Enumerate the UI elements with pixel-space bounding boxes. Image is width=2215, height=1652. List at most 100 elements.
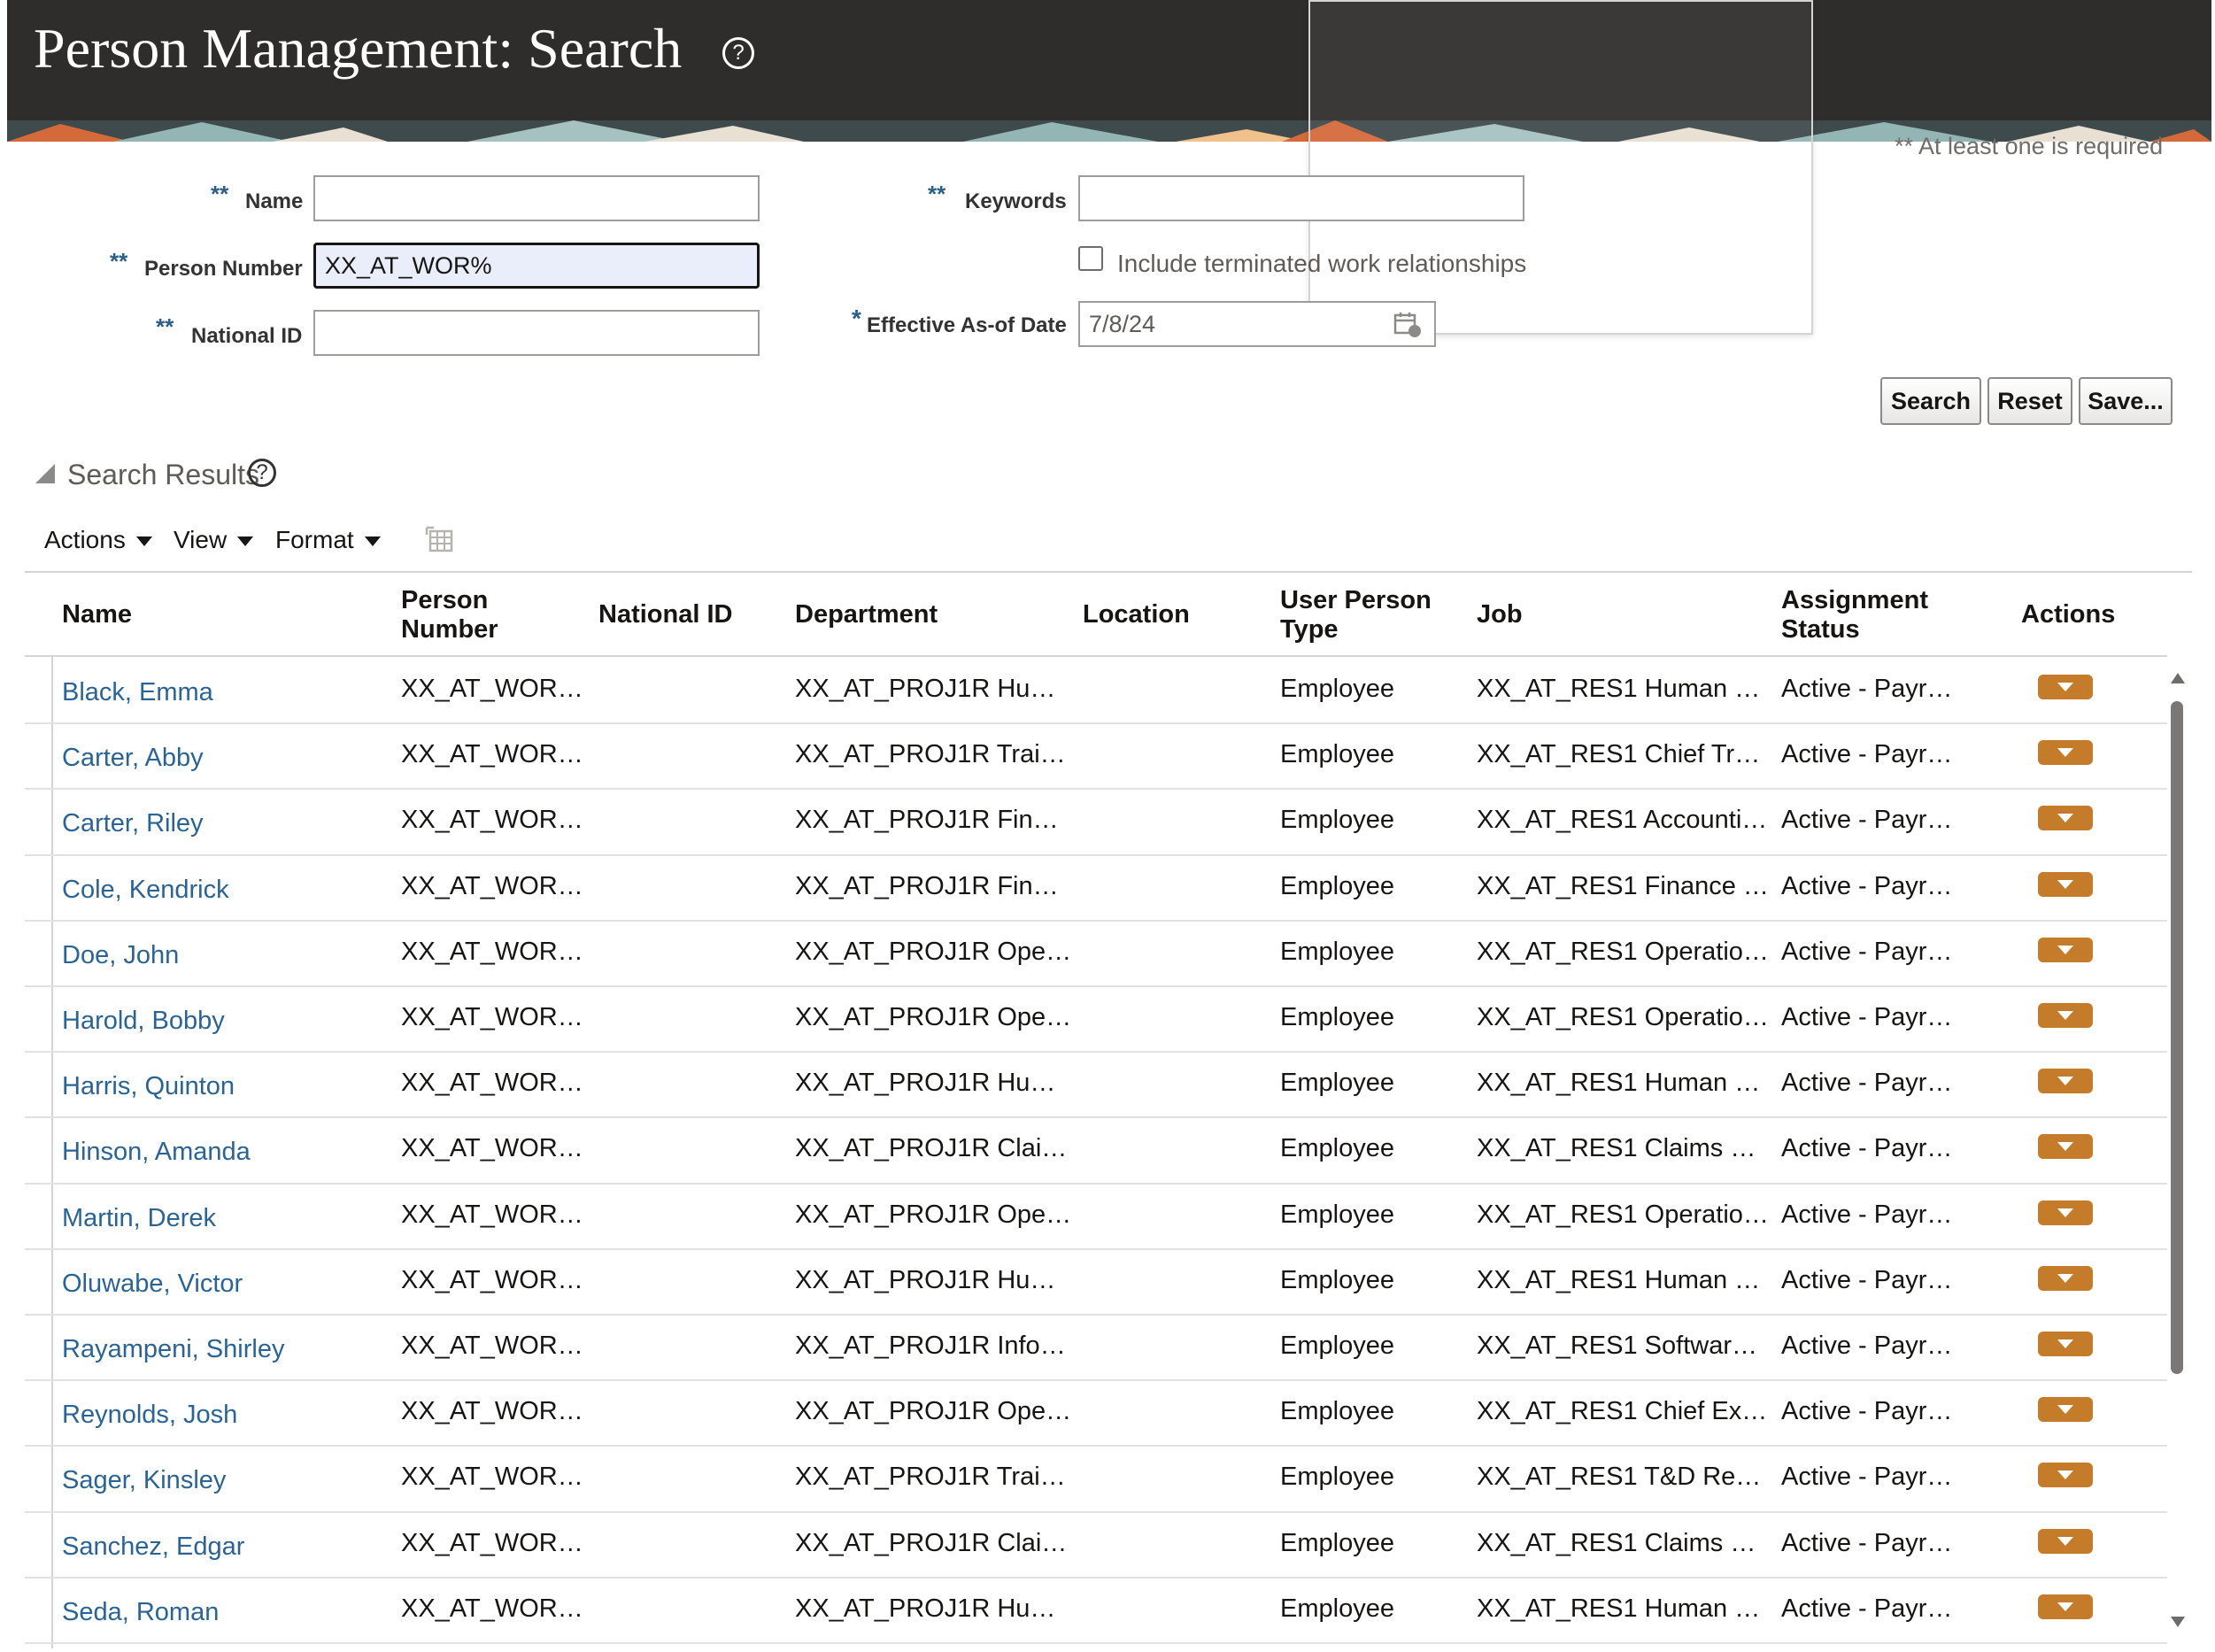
national-id-field[interactable] — [313, 310, 760, 356]
cell-department: XX_AT_PROJ1R Clai… — [795, 1529, 1068, 1557]
calendar-icon[interactable] — [1393, 312, 1424, 338]
row-actions-button[interactable] — [2038, 1003, 2093, 1028]
cell-user-person-type: Employee — [1280, 1200, 1394, 1229]
row-actions-button[interactable] — [2038, 675, 2093, 699]
cell-job: XX_AT_RES1 Claims … — [1477, 1134, 1756, 1162]
cell-department: XX_AT_PROJ1R Info… — [795, 1332, 1066, 1360]
cell-name[interactable]: Seda, Roman — [62, 1598, 219, 1627]
cell-name[interactable]: Cole, Kendrick — [62, 876, 229, 905]
cell-person-number: XX_AT_WOR… — [401, 1594, 583, 1623]
required-marker: ** — [156, 313, 174, 340]
chevron-down-icon — [364, 537, 381, 547]
cell-person-number: XX_AT_WOR… — [401, 872, 583, 900]
cell-name[interactable]: Doe, John — [62, 941, 179, 970]
cell-department: XX_AT_PROJ1R Ope… — [795, 1003, 1072, 1031]
cell-department: XX_AT_PROJ1R Ope… — [795, 938, 1072, 966]
col-header-national-id[interactable]: National ID — [598, 600, 732, 629]
row-divider — [25, 1577, 2167, 1579]
col-header-user-person-type[interactable]: User Person Type — [1280, 586, 1448, 645]
row-actions-button[interactable] — [2038, 938, 2093, 962]
col-header-name[interactable]: Name — [62, 600, 132, 629]
row-actions-button[interactable] — [2038, 1200, 2093, 1225]
cell-name[interactable]: Harris, Quinton — [62, 1072, 235, 1101]
cell-job: XX_AT_RES1 Accounti… — [1477, 806, 1768, 834]
cell-department: XX_AT_PROJ1R Hu… — [795, 675, 1056, 703]
search-button[interactable]: Search — [1880, 377, 1981, 425]
row-actions-button[interactable] — [2038, 740, 2093, 765]
cell-assignment-status: Active - Payr… — [1781, 1069, 1953, 1097]
cell-name[interactable]: Hinson, Amanda — [62, 1138, 251, 1167]
cell-job: XX_AT_RES1 Softwar… — [1477, 1332, 1757, 1360]
name-field[interactable] — [313, 175, 760, 221]
cell-person-number: XX_AT_WOR… — [401, 1463, 583, 1491]
cell-job: XX_AT_RES1 Chief Ex… — [1477, 1397, 1768, 1425]
detach-table-icon[interactable] — [425, 526, 455, 556]
cell-job: XX_AT_RES1 Operatio… — [1477, 938, 1769, 966]
cell-name[interactable]: Oluwabe, Victor — [62, 1270, 243, 1299]
required-marker: ** — [110, 248, 128, 274]
cell-name[interactable]: Sanchez, Edgar — [62, 1532, 244, 1562]
cell-name[interactable]: Carter, Abby — [62, 744, 204, 773]
col-header-job[interactable]: Job — [1477, 600, 1523, 629]
format-menu[interactable]: Format — [275, 526, 381, 554]
effective-date-field[interactable] — [1078, 301, 1436, 347]
cell-assignment-status: Active - Payr… — [1781, 806, 1953, 834]
scrollbar-thumb[interactable] — [2171, 701, 2183, 1374]
cell-name[interactable]: Carter, Riley — [62, 809, 204, 838]
actions-menu[interactable]: Actions — [44, 526, 152, 554]
person-number-field[interactable] — [313, 243, 760, 289]
row-actions-button[interactable] — [2038, 1069, 2093, 1093]
scroll-down-arrow-icon[interactable] — [2171, 1617, 2185, 1627]
row-divider — [25, 1248, 2167, 1250]
row-actions-button[interactable] — [2038, 806, 2093, 830]
row-actions-button[interactable] — [2038, 1463, 2093, 1487]
cell-department: XX_AT_PROJ1R Trai… — [795, 1463, 1066, 1491]
col-header-location[interactable]: Location — [1083, 600, 1190, 629]
cell-user-person-type: Employee — [1280, 1463, 1394, 1491]
cell-name[interactable]: Black, Emma — [62, 678, 213, 707]
reset-button[interactable]: Reset — [1987, 377, 2072, 425]
cell-user-person-type: Employee — [1280, 675, 1394, 703]
help-icon[interactable]: ? — [722, 37, 754, 69]
cell-assignment-status: Active - Payr… — [1781, 1529, 1953, 1557]
cell-person-number: XX_AT_WOR… — [401, 740, 583, 768]
cell-assignment-status: Active - Payr… — [1781, 675, 1953, 703]
collapse-triangle-icon[interactable] — [34, 462, 57, 485]
row-actions-button[interactable] — [2038, 1332, 2093, 1356]
cell-name[interactable]: Sager, Kinsley — [62, 1466, 226, 1495]
cell-user-person-type: Employee — [1280, 1594, 1394, 1623]
view-menu[interactable]: View — [174, 526, 254, 554]
cell-name[interactable]: Martin, Derek — [62, 1204, 216, 1233]
cell-assignment-status: Active - Payr… — [1781, 1594, 1953, 1623]
row-actions-button[interactable] — [2038, 1397, 2093, 1422]
row-actions-button[interactable] — [2038, 1594, 2093, 1619]
cell-name[interactable]: Harold, Bobby — [62, 1007, 225, 1036]
keywords-field[interactable] — [1078, 175, 1524, 221]
grid-header-border — [25, 655, 2167, 657]
cell-department: XX_AT_PROJ1R Fin… — [795, 806, 1059, 834]
include-terminated-checkbox[interactable] — [1078, 246, 1103, 271]
row-actions-button[interactable] — [2038, 1266, 2093, 1291]
cell-name[interactable]: Rayampeni, Shirley — [62, 1335, 284, 1364]
cell-job: XX_AT_RES1 Human … — [1477, 1069, 1761, 1097]
cell-job: XX_AT_RES1 Human … — [1477, 1266, 1761, 1294]
cell-job: XX_AT_RES1 Finance … — [1477, 872, 1769, 900]
row-actions-button[interactable] — [2038, 1529, 2093, 1554]
col-header-department[interactable]: Department — [795, 600, 938, 629]
row-actions-button[interactable] — [2038, 872, 2093, 897]
required-marker: ** — [211, 181, 229, 207]
scroll-up-arrow-icon[interactable] — [2171, 673, 2185, 683]
national-id-label: National ID — [191, 324, 303, 348]
cell-job: XX_AT_RES1 Operatio… — [1477, 1003, 1769, 1031]
cell-assignment-status: Active - Payr… — [1781, 1332, 1953, 1360]
save-button[interactable]: Save... — [2079, 377, 2173, 425]
cell-name[interactable]: Reynolds, Josh — [62, 1401, 237, 1430]
results-help-icon[interactable]: ? — [248, 459, 276, 487]
cell-person-number: XX_AT_WOR… — [401, 1332, 583, 1360]
col-header-person-number[interactable]: Person Number — [401, 586, 525, 645]
row-divider — [25, 1314, 2167, 1316]
col-header-assignment-status[interactable]: Assignment Status — [1781, 586, 1949, 645]
row-divider — [25, 854, 2167, 856]
cell-user-person-type: Employee — [1280, 1069, 1394, 1097]
row-actions-button[interactable] — [2038, 1134, 2093, 1159]
